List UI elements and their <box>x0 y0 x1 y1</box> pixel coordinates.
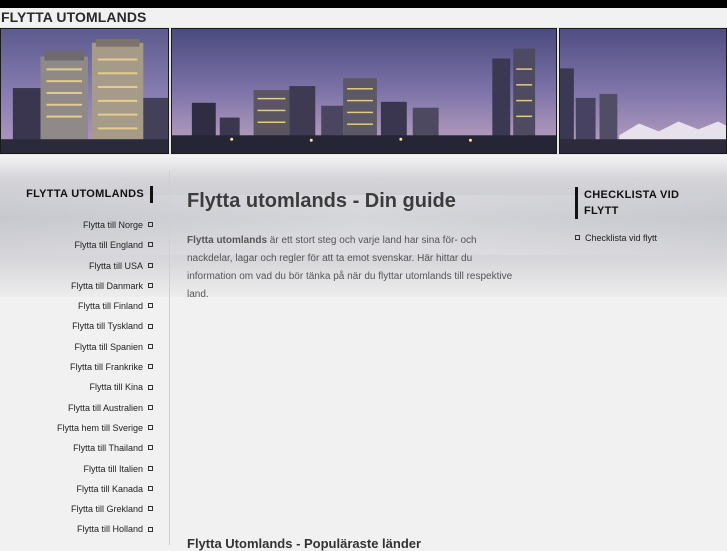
intro-bold: Flytta utomlands <box>187 235 268 246</box>
nav-item-label[interactable]: Flytta till USA <box>89 261 143 271</box>
nav-item-label[interactable]: Flytta till Norge <box>83 220 143 230</box>
left-sidebar: FLYTTA UTOMLANDS Flytta till Norge Flytt… <box>0 170 170 545</box>
nav-item-label[interactable]: Flytta till Italien <box>83 464 143 474</box>
skyline-image-center <box>171 28 557 154</box>
nav-item-thailand[interactable]: Flytta till Thailand <box>57 438 153 458</box>
nav-item-label[interactable]: Flytta till Kina <box>89 382 143 392</box>
section-heading: Flytta Utomlands - Populäraste länder <box>187 536 422 551</box>
top-bar <box>0 0 727 8</box>
square-bullet-icon <box>148 404 153 410</box>
nav-item-grekland[interactable]: Flytta till Grekland <box>57 499 153 519</box>
header-banner <box>0 27 727 155</box>
square-bullet-icon <box>148 262 153 268</box>
nav-item-australien[interactable]: Flytta till Australien <box>57 398 153 418</box>
square-bullet-icon <box>148 303 153 309</box>
nav-item-kanada[interactable]: Flytta till Kanada <box>57 479 153 499</box>
nav-item-italien[interactable]: Flytta till Italien <box>57 459 153 479</box>
nav-item-danmark[interactable]: Flytta till Danmark <box>57 276 153 296</box>
nav-item-label[interactable]: Flytta till Danmark <box>71 281 143 291</box>
checklist-heading: CHECKLISTA VID FLYTT <box>575 187 694 219</box>
nav-item-label[interactable]: Flytta till Australien <box>68 403 143 413</box>
square-bullet-icon <box>148 283 153 289</box>
nav-item-label[interactable]: Flytta till Frankrike <box>70 362 143 372</box>
square-bullet-icon <box>148 465 153 471</box>
checklist-list: Checklista vid flytt <box>575 233 657 243</box>
square-bullet-icon <box>148 425 153 431</box>
nav-heading: FLYTTA UTOMLANDS <box>26 186 153 203</box>
nav-item-label[interactable]: Flytta till Spanien <box>74 342 143 352</box>
nav-item-kina[interactable]: Flytta till Kina <box>57 377 153 397</box>
site-title[interactable]: FLYTTA UTOMLANDS <box>1 9 146 25</box>
nav-item-label[interactable]: Flytta till Finland <box>78 301 143 311</box>
nav-item-label[interactable]: Flytta till Holland <box>77 524 143 534</box>
square-bullet-icon <box>148 222 153 228</box>
nav-item-label[interactable]: Flytta hem till Sverige <box>57 423 143 433</box>
skyline-image-right <box>559 28 727 154</box>
nav-item-tyskland[interactable]: Flytta till Tyskland <box>57 316 153 336</box>
square-bullet-icon <box>148 242 153 248</box>
nav-item-usa[interactable]: Flytta till USA <box>57 256 153 276</box>
nav-item-label[interactable]: Flytta till Kanada <box>76 484 143 494</box>
square-bullet-icon <box>148 485 153 491</box>
country-nav: Flytta till Norge Flytta till England Fl… <box>57 215 153 540</box>
nav-item-label[interactable]: Flytta till Thailand <box>73 443 143 453</box>
nav-item-spanien[interactable]: Flytta till Spanien <box>57 337 153 357</box>
nav-item-holland[interactable]: Flytta till Holland <box>57 519 153 539</box>
skyline-image-left <box>0 28 169 154</box>
square-bullet-icon <box>148 343 153 349</box>
nav-item-sverige[interactable]: Flytta hem till Sverige <box>57 418 153 438</box>
square-bullet-icon <box>148 364 153 370</box>
nav-item-label[interactable]: Flytta till England <box>74 240 143 250</box>
nav-item-norge[interactable]: Flytta till Norge <box>57 215 153 235</box>
nav-item-frankrike[interactable]: Flytta till Frankrike <box>57 357 153 377</box>
nav-item-finland[interactable]: Flytta till Finland <box>57 296 153 316</box>
square-bullet-icon <box>148 506 153 512</box>
intro-paragraph: Flytta utomlands är ett stort steg och v… <box>187 232 522 304</box>
checklist-link[interactable]: Checklista vid flytt <box>585 233 657 243</box>
square-bullet-icon <box>148 384 153 390</box>
square-bullet-icon <box>148 445 153 451</box>
page-title: Flytta utomlands - Din guide <box>187 190 456 212</box>
checklist-item[interactable]: Checklista vid flytt <box>575 233 657 243</box>
nav-item-label[interactable]: Flytta till Tyskland <box>72 321 143 331</box>
nav-item-england[interactable]: Flytta till England <box>57 235 153 255</box>
square-bullet-icon <box>575 235 580 241</box>
square-bullet-icon <box>148 323 153 329</box>
nav-item-label[interactable]: Flytta till Grekland <box>71 504 143 514</box>
square-bullet-icon <box>148 526 153 532</box>
